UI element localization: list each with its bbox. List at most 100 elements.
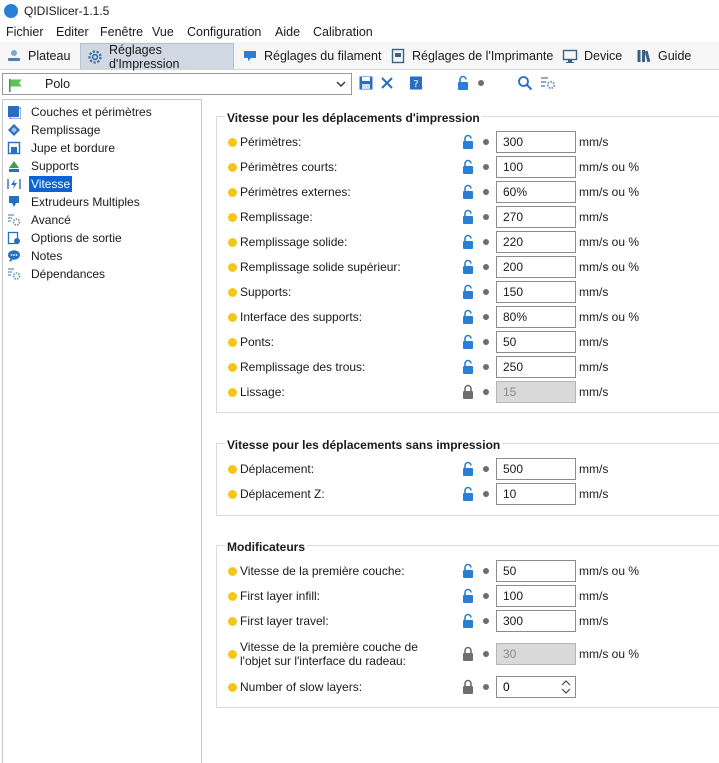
lock-open-icon[interactable] [461,284,475,300]
menu-fichier[interactable]: Fichier [6,25,44,39]
setting-row-infill: Remplissage: mm/s [216,206,719,228]
support-interface-speed-input[interactable] [496,306,576,328]
sidebar-item-dependencies[interactable]: Dépendances [7,265,107,282]
menu-calibration[interactable]: Calibration [313,25,373,39]
system-value-dot-icon[interactable] [483,618,489,624]
sidebar-item-layers[interactable]: Couches et périmètres [7,103,154,120]
lock-open-icon[interactable] [461,309,475,325]
system-value-dot-icon[interactable] [483,339,489,345]
lock-open-icon[interactable] [461,588,475,604]
sidebar-item-output-options[interactable]: Options de sortie [7,229,124,246]
sidebar-item-speed[interactable]: Vitesse [7,175,73,192]
lock-open-icon[interactable] [461,184,475,200]
setting-row-support-interface: Interface des supports: mm/s ou % [216,306,719,328]
preset-dropdown[interactable]: Polo [2,73,352,95]
gap-fill-speed-input[interactable] [496,356,576,378]
search-settings-button[interactable] [539,74,557,92]
system-value-dot-icon[interactable] [483,189,489,195]
dependencies-gear-icon [7,267,21,281]
system-value-dot-icon[interactable] [483,466,489,472]
system-value-dot-icon[interactable] [483,239,489,245]
solid-infill-speed-input[interactable] [496,231,576,253]
supports-speed-input[interactable] [496,281,576,303]
system-value-dot-icon[interactable] [483,593,489,599]
sidebar-item-infill[interactable]: Remplissage [7,121,102,138]
tab-device[interactable]: Device [562,43,622,69]
lock-open-icon[interactable] [461,334,475,350]
lock-open-icon[interactable] [461,563,475,579]
short-perimeters-speed-input[interactable] [496,156,576,178]
perimeters-speed-input[interactable] [496,131,576,153]
mode-bullet-icon [228,163,237,172]
lock-open-icon[interactable] [461,613,475,629]
external-perimeters-speed-input[interactable] [496,181,576,203]
system-value-dot-icon[interactable] [483,214,489,220]
lock-open-icon[interactable] [461,259,475,275]
bridges-speed-input[interactable] [496,331,576,353]
sidebar-item-skirt-brim[interactable]: Jupe et bordure [7,139,117,156]
spinner-arrows-icon[interactable] [560,679,572,695]
system-value-dot-icon[interactable] [483,139,489,145]
search-icon [518,76,533,91]
lock-open-icon[interactable] [461,461,475,477]
tab-label: Plateau [28,49,71,63]
system-value-dot-icon[interactable] [483,314,489,320]
travel-speed-input[interactable] [496,458,576,480]
setting-row-first-layer-speed: Vitesse de la première couche: mm/s ou % [216,560,719,582]
top-solid-infill-speed-input[interactable] [496,256,576,278]
sidebar-item-notes[interactable]: Notes [7,247,64,264]
slow-layers-input[interactable] [497,677,557,697]
tab-plateau[interactable]: Plateau [6,43,70,69]
system-value-dot-icon[interactable] [483,264,489,270]
tab-guide[interactable]: Guide [636,43,691,69]
lock-closed-icon [463,384,473,399]
support-icon [7,159,21,173]
menu-aide[interactable]: Aide [275,25,300,39]
system-value-dot-icon[interactable] [483,568,489,574]
lock-open-icon[interactable] [461,234,475,250]
sidebar-item-supports[interactable]: Supports [7,157,81,174]
system-value-dot-icon[interactable] [483,164,489,170]
menu-vue[interactable]: Vue [152,25,174,39]
advanced-gear-icon [7,213,21,227]
save-icon [359,76,373,90]
sidebar-item-multiple-extruders[interactable]: Extrudeurs Multiples [7,193,142,210]
sidebar-item-advanced[interactable]: Avancé [7,211,73,228]
delete-preset-button[interactable] [378,74,396,92]
menu-configuration[interactable]: Configuration [187,25,261,39]
travel-z-speed-input[interactable] [496,483,576,505]
tab-printer-settings[interactable]: Réglages de l'Imprimante [390,43,553,69]
tab-label: Réglages du filament [264,49,382,63]
infill-speed-input[interactable] [496,206,576,228]
compare-presets-button[interactable]: ? [407,74,425,92]
tab-filament-settings[interactable]: Réglages du filament [242,43,381,69]
lock-open-icon[interactable] [461,359,475,375]
lock-open-icon[interactable] [461,159,475,175]
mode-bullet-icon [228,388,237,397]
lock-closed-icon [463,679,473,694]
tab-print-settings[interactable]: Réglages d'Impression [80,43,234,71]
system-value-dot-icon [483,684,489,690]
svg-text:?: ? [413,79,418,90]
lock-open-icon[interactable] [461,134,475,150]
chevron-down-icon [335,78,347,93]
lock-open-icon[interactable] [461,486,475,502]
first-layer-infill-speed-input[interactable] [496,585,576,607]
search-button[interactable] [516,74,534,92]
first-layer-speed-input[interactable] [496,560,576,582]
setting-row-bridges: Ponts: mm/s [216,331,719,353]
system-value-dot-icon [483,651,489,657]
tab-label: Réglages de l'Imprimante [412,49,554,63]
lock-open-icon[interactable] [461,209,475,225]
plate-icon [6,48,22,64]
system-value-dot-icon[interactable] [483,491,489,497]
menu-editer[interactable]: Editer [56,25,89,39]
first-layer-travel-speed-input[interactable] [496,610,576,632]
slow-layers-spinner[interactable] [496,676,576,698]
lock-legend-button[interactable] [454,74,472,92]
menu-bar: Fichier Editer Fenêtre Vue Configuration… [0,22,719,42]
save-preset-button[interactable] [357,74,375,92]
system-value-dot-icon[interactable] [483,289,489,295]
system-value-dot-icon[interactable] [483,364,489,370]
menu-fenetre[interactable]: Fenêtre [100,25,143,39]
